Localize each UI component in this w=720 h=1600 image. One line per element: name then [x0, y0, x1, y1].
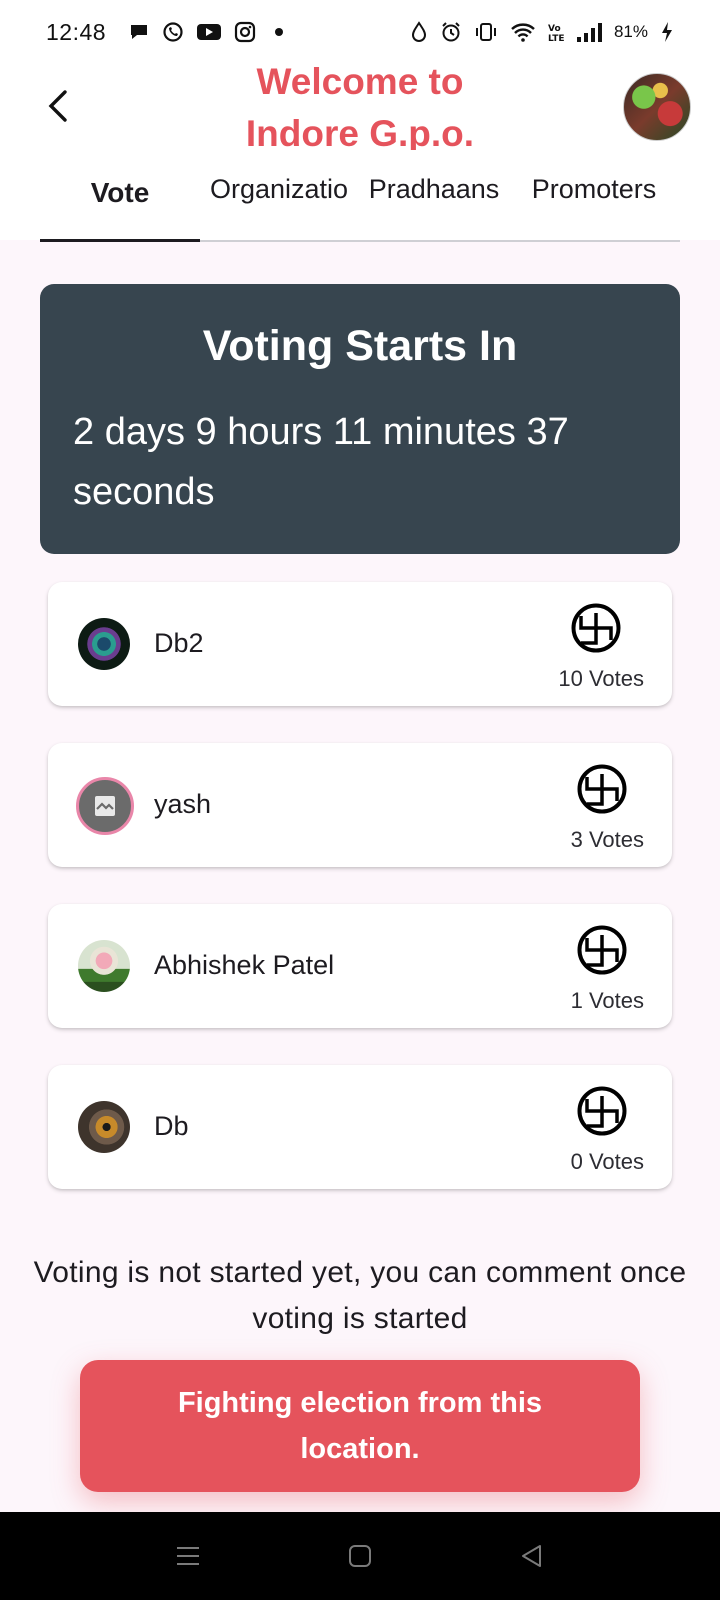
vote-button[interactable] [570, 602, 622, 654]
tab-organizations[interactable]: Organizations [210, 162, 348, 242]
whatsapp-icon [162, 21, 184, 43]
status-left: 12:48 [46, 19, 290, 46]
page-title: Welcome to Indore G.p.o. [180, 56, 540, 150]
vote-count: 10 Votes [558, 666, 644, 691]
vote-count: 3 Votes [570, 827, 644, 852]
countdown-value: 2 days 9 hours 11 minutes 37 seconds [73, 411, 569, 513]
candidate-card[interactable]: Abhishek Patel 1 Votes [48, 904, 672, 1028]
vote-count: 0 Votes [570, 1149, 644, 1174]
candidate-card[interactable]: Db 0 Votes [48, 1065, 672, 1189]
candidate-card[interactable]: Db2 10 Votes [48, 582, 672, 706]
battery-charging-icon [660, 21, 674, 43]
ballot-symbol-icon [577, 925, 627, 975]
broken-image-icon [95, 796, 115, 816]
vote-button[interactable] [576, 763, 628, 815]
volte-icon: Vo LTE [548, 21, 564, 43]
water-drop-icon [410, 21, 428, 43]
ballot-symbol-icon [571, 603, 621, 653]
chat-bubble-icon [128, 21, 150, 43]
status-time: 12:48 [46, 18, 107, 45]
ballot-symbol-icon [577, 764, 627, 814]
wifi-icon [510, 21, 536, 43]
candidate-avatar [78, 1101, 130, 1153]
candidate-avatar [78, 618, 130, 670]
candidate-card[interactable]: yash 3 Votes [48, 743, 672, 867]
status-right: Vo LTE 81% [410, 21, 674, 43]
svg-text:LTE: LTE [548, 34, 564, 43]
instagram-icon [234, 21, 256, 43]
profile-avatar[interactable] [623, 73, 691, 141]
candidate-avatar [78, 940, 130, 992]
candidate-name: Db2 [154, 628, 204, 658]
candidate-name: Abhishek Patel [154, 950, 335, 980]
page-title-line1: Welcome to [256, 61, 464, 102]
vote-count: 1 Votes [570, 988, 644, 1013]
vibrate-icon [474, 21, 498, 43]
vote-button[interactable] [576, 924, 628, 976]
ballot-symbol-icon [577, 1086, 627, 1136]
svg-text:Vo: Vo [548, 24, 561, 34]
home-square-icon[interactable] [342, 1538, 378, 1574]
app-header: Welcome to Indore G.p.o. Vote Organizati… [0, 61, 720, 242]
tab-bar: Vote Organizations Pradhaans Promoters [40, 162, 680, 242]
countdown-title: Voting Starts In [202, 322, 518, 370]
system-nav-bar [0, 1512, 720, 1600]
status-bar: 12:48 Vo LTE 81% [0, 0, 720, 64]
fighting-election-button[interactable]: Fighting election from this location. [80, 1360, 640, 1492]
tab-pradhaans[interactable]: Pradhaans [366, 162, 502, 242]
tab-indicator [40, 239, 200, 242]
tab-promoters[interactable]: Promoters [524, 162, 664, 242]
candidate-name: Db [154, 1111, 189, 1141]
candidate-name: yash [154, 789, 212, 819]
tab-vote[interactable]: Vote [40, 162, 200, 242]
dot-icon [268, 21, 290, 43]
voting-info-text: Voting is not started yet, you can comme… [33, 1256, 687, 1335]
countdown-card: Voting Starts In 2 days 9 hours 11 minut… [40, 284, 680, 554]
battery-percent: 81% [613, 22, 648, 41]
back-button[interactable] [36, 84, 80, 128]
back-triangle-icon[interactable] [514, 1538, 550, 1574]
back-arrow-icon [48, 90, 67, 122]
candidate-avatar-placeholder [76, 777, 134, 835]
vote-button[interactable] [576, 1085, 628, 1137]
signal-icon [576, 21, 602, 43]
youtube-icon [196, 22, 222, 42]
alarm-icon [440, 21, 462, 43]
recents-menu-icon[interactable] [170, 1538, 206, 1574]
page-title-line2: Indore G.p.o. [245, 113, 475, 150]
